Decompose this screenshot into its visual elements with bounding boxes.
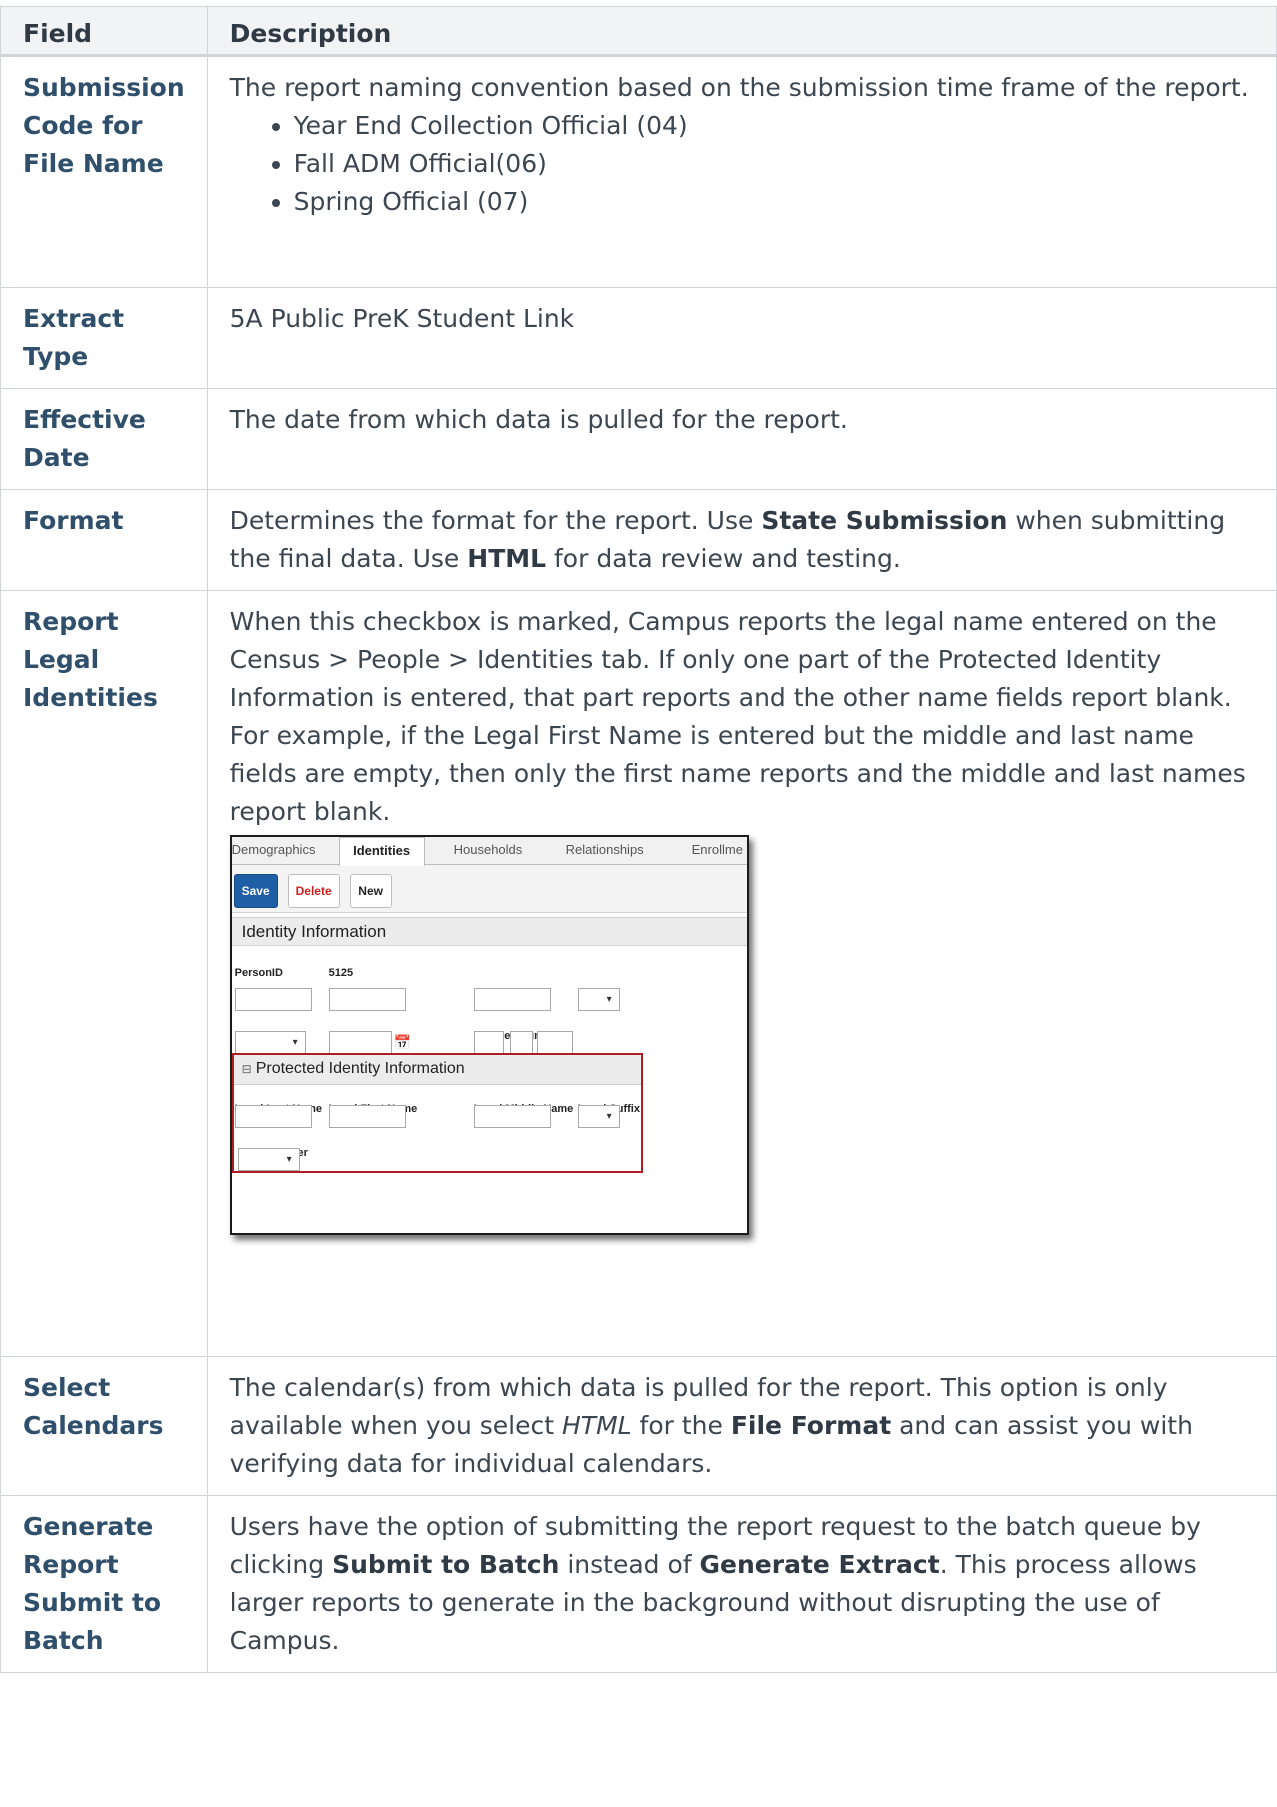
ssn-part3-input[interactable] [536, 1031, 573, 1054]
ssn-part2-input[interactable] [509, 1031, 533, 1054]
tab-households[interactable]: Households [454, 837, 523, 865]
list-item: Fall ADM Official(06) [294, 145, 1254, 183]
last-name-input[interactable] [234, 988, 312, 1011]
ssn-part1-input[interactable] [473, 1031, 504, 1054]
table-row: Effective Date The date from which data … [0, 388, 1277, 490]
field-description: The report naming convention based on th… [206, 55, 1277, 288]
tab-relationships[interactable]: Relationships [566, 837, 644, 865]
legal-middle-name-input[interactable] [473, 1105, 551, 1128]
identity-panel: Identity Information PersonID 5125 *Last… [231, 912, 747, 1233]
protected-identity-header[interactable]: ⊟ Protected Identity Information [233, 1055, 641, 1085]
tab-bar: Demographics Identities Households Relat… [231, 837, 747, 866]
table-row: Extract Type 5A Public PreK Student Link [0, 287, 1277, 389]
calendar-icon[interactable]: 📅 [393, 1032, 413, 1052]
field-description: Users have the option of submitting the … [206, 1495, 1277, 1673]
delete-button[interactable]: Delete [287, 874, 340, 908]
birth-date-input[interactable] [328, 1031, 392, 1054]
protected-identity-box: ⊟Protected Identity Information Legal La… [231, 1053, 643, 1173]
tab-enrollments[interactable]: Enrollme [692, 837, 743, 865]
first-name-input[interactable] [328, 988, 406, 1011]
table-row: Submission Code for File Name The report… [0, 55, 1277, 288]
field-description: 5A Public PreK Student Link [206, 287, 1277, 389]
tab-identities[interactable]: Identities [338, 837, 425, 866]
list-item: Spring Official (07) [294, 183, 1254, 221]
save-button[interactable]: Save [233, 874, 278, 908]
table-header-row: Field Description [0, 6, 1277, 57]
table-row: Select Calendars The calendar(s) from wh… [0, 1356, 1277, 1496]
legal-last-name-input[interactable] [234, 1105, 312, 1128]
field-name: Select Calendars [0, 1356, 208, 1496]
header-description: Description [206, 6, 1277, 57]
field-name: Generate Report Submit to Batch [0, 1495, 208, 1673]
table-row: Format Determines the format for the rep… [0, 489, 1277, 591]
table-row: Generate Report Submit to Batch Users ha… [0, 1495, 1277, 1673]
field-name: Effective Date [0, 388, 208, 490]
field-description-table: Field Description Submission Code for Fi… [0, 6, 1277, 1673]
collapse-icon[interactable]: ⊟ [242, 1062, 252, 1076]
field-description: The date from which data is pulled for t… [206, 388, 1277, 490]
submission-options-list: Year End Collection Official (04) Fall A… [230, 107, 1254, 221]
field-description: Determines the format for the report. Us… [206, 489, 1277, 591]
legal-first-name-input[interactable] [328, 1105, 406, 1128]
legal-suffix-select[interactable]: ▾ [577, 1105, 620, 1128]
table-row: Report Legal Identities When this checkb… [0, 590, 1277, 1357]
field-description: When this checkbox is marked, Campus rep… [206, 590, 1277, 1357]
list-item: Year End Collection Official (04) [294, 107, 1254, 145]
suffix-select[interactable]: ▾ [577, 988, 620, 1011]
field-name: Report Legal Identities [0, 590, 208, 1357]
action-bar: Save Delete New [231, 866, 747, 912]
field-name: Submission Code for File Name [0, 55, 208, 288]
middle-name-input[interactable] [473, 988, 551, 1011]
field-description: The calendar(s) from which data is pulle… [206, 1356, 1277, 1496]
legal-gender-select[interactable]: ▾ [237, 1148, 300, 1171]
section-title: Identity Information [231, 917, 747, 946]
header-field: Field [0, 6, 208, 57]
identities-screenshot: Demographics Identities Households Relat… [229, 835, 749, 1235]
new-button[interactable]: New [349, 874, 392, 908]
tab-demographics[interactable]: Demographics [232, 837, 316, 865]
gender-select[interactable]: ▾ [234, 1031, 306, 1054]
field-name: Extract Type [0, 287, 208, 389]
field-name: Format [0, 489, 208, 591]
